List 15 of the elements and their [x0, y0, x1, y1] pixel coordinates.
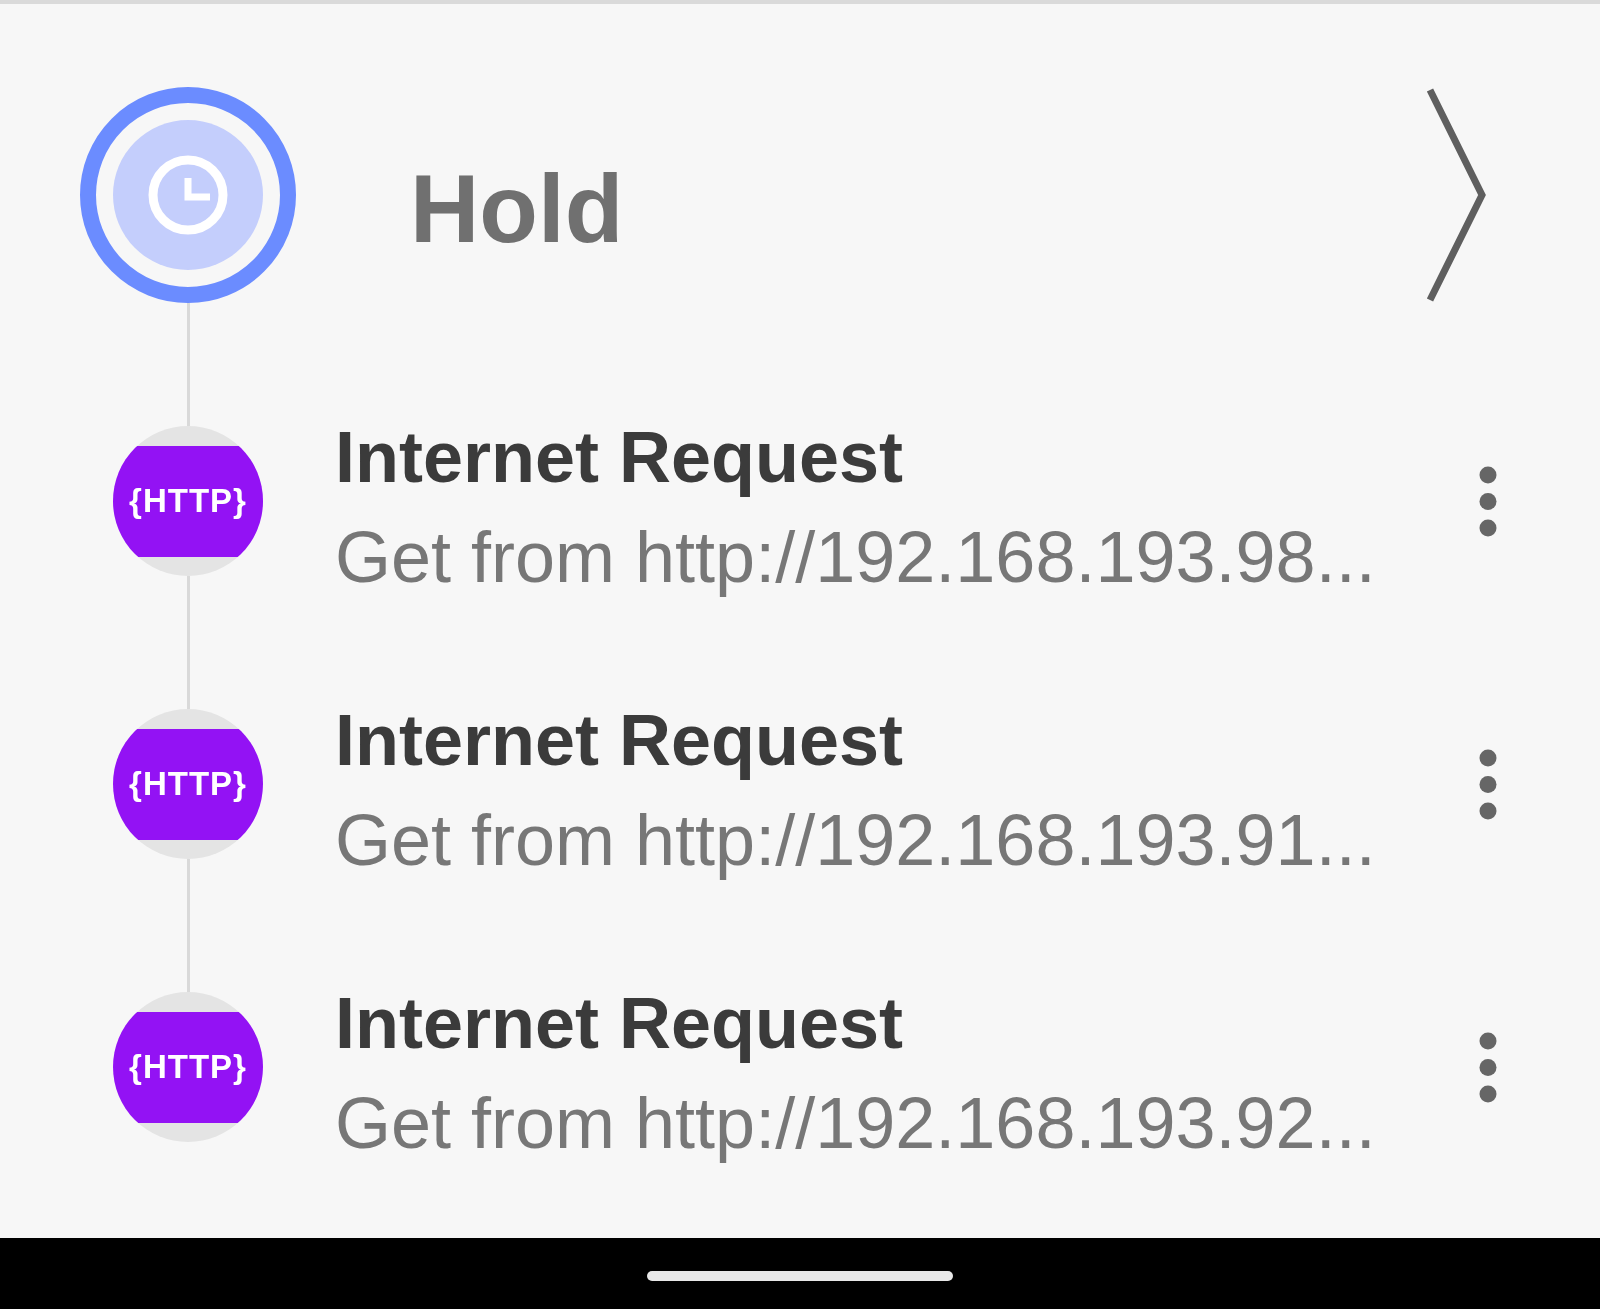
clock-icon: [80, 87, 296, 303]
kebab-menu-icon[interactable]: [1479, 1031, 1497, 1103]
kebab-menu-icon[interactable]: [1479, 465, 1497, 537]
chevron-right-icon[interactable]: [1426, 88, 1486, 302]
step-title: Internet Request: [335, 415, 905, 499]
http-icon: {HTTP}: [113, 709, 263, 859]
step-title: Hold: [410, 161, 624, 257]
step-title: Internet Request: [335, 698, 905, 782]
step-subtitle: Get from http://192.168.193.92...: [335, 1081, 1376, 1165]
step-subtitle: Get from http://192.168.193.91...: [335, 798, 1376, 882]
step-subtitle: Get from http://192.168.193.98...: [335, 515, 1376, 599]
step-title: Internet Request: [335, 981, 905, 1065]
http-icon: {HTTP}: [113, 426, 263, 576]
kebab-menu-icon[interactable]: [1479, 748, 1497, 820]
http-icon: {HTTP}: [113, 992, 263, 1142]
